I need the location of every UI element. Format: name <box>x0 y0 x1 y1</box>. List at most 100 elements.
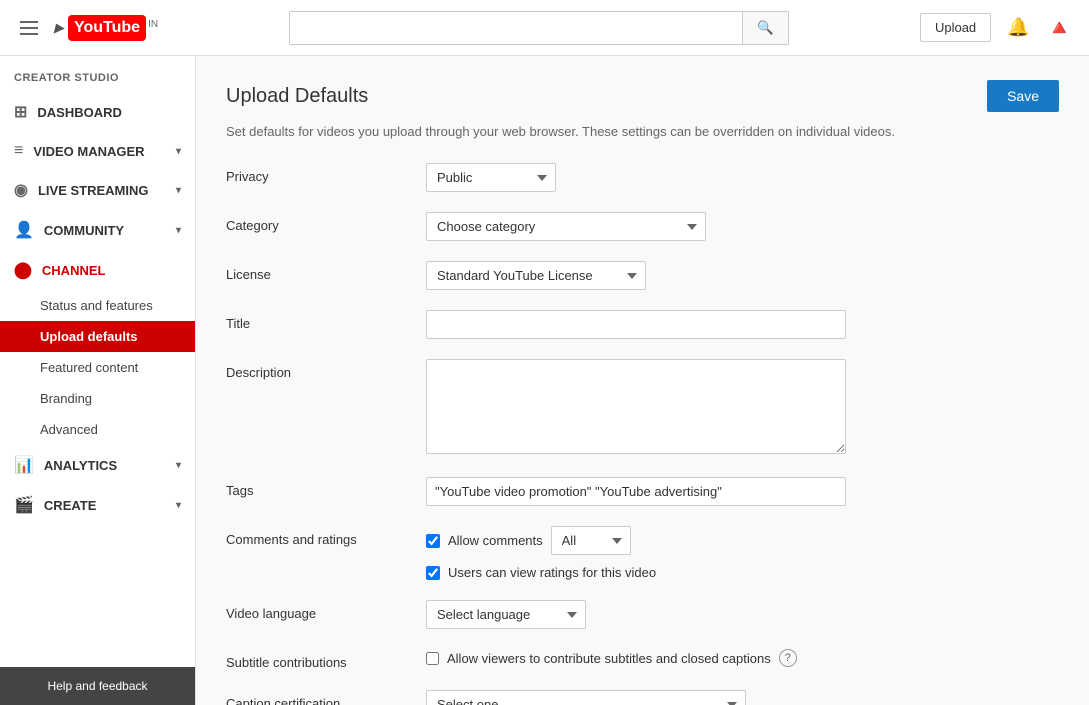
language-row: Video language Select language English H… <box>226 600 1059 629</box>
privacy-control: Public Unlisted Private <box>426 163 1059 192</box>
sidebar: CREATOR STUDIO ⊞ DASHBOARD ≡ VIDEO MANAG… <box>0 56 196 705</box>
sidebar-item-label-live-streaming: LIVE STREAMING <box>38 183 176 198</box>
sidebar-item-label-community: COMMUNITY <box>44 223 176 238</box>
sidebar-item-label-create: CREATE <box>44 498 176 513</box>
video-manager-arrow-icon: ▾ <box>176 146 181 157</box>
page-description: Set defaults for videos you upload throu… <box>226 124 1059 139</box>
sidebar-item-label-dashboard: DASHBOARD <box>37 105 181 120</box>
sidebar-item-live-streaming[interactable]: ◉ LIVE STREAMING ▾ <box>0 170 195 210</box>
description-label: Description <box>226 359 426 380</box>
sidebar-item-video-manager[interactable]: ≡ VIDEO MANAGER ▾ <box>0 132 195 170</box>
create-arrow-icon: ▾ <box>176 500 181 511</box>
community-icon: 👤 <box>14 220 34 240</box>
comments-type-select[interactable]: All Approved None <box>551 526 631 555</box>
subtitle-row: Subtitle contributions Allow viewers to … <box>226 649 1059 670</box>
yt-logo-country: IN <box>148 19 158 30</box>
privacy-select[interactable]: Public Unlisted Private <box>426 163 556 192</box>
title-label: Title <box>226 310 426 331</box>
upload-button[interactable]: Upload <box>920 13 991 42</box>
subtitle-help-icon[interactable]: ? <box>779 649 797 667</box>
analytics-icon: 📊 <box>14 455 34 475</box>
search-input[interactable] <box>290 12 742 44</box>
license-select[interactable]: Standard YouTube License Creative Common… <box>426 261 646 290</box>
live-streaming-icon: ◉ <box>14 180 28 200</box>
sidebar-item-label-channel: CHANNEL <box>42 263 181 278</box>
title-input[interactable] <box>426 310 846 339</box>
hamburger-menu[interactable] <box>16 17 42 39</box>
privacy-label: Privacy <box>226 163 426 184</box>
ratings-row: Users can view ratings for this video <box>426 565 1059 580</box>
notification-bell-icon[interactable]: 🔔 <box>1007 17 1029 38</box>
description-control <box>426 359 1059 457</box>
privacy-row: Privacy Public Unlisted Private <box>226 163 1059 192</box>
subnav-item-featured[interactable]: Featured content <box>0 352 195 383</box>
sidebar-item-label-video-manager: VIDEO MANAGER <box>33 144 176 159</box>
tags-input[interactable] <box>426 477 846 506</box>
topnav: ▶ YouTube IN 🔍 Upload 🔔 🔺 <box>0 0 1089 56</box>
video-manager-icon: ≡ <box>14 142 23 160</box>
subnav-item-upload-defaults[interactable]: Upload defaults <box>0 321 195 352</box>
topnav-right: Upload 🔔 🔺 <box>920 13 1073 42</box>
dashboard-icon: ⊞ <box>14 102 27 122</box>
analytics-arrow-icon: ▾ <box>176 460 181 471</box>
comments-label: Comments and ratings <box>226 526 426 547</box>
create-icon: 🎬 <box>14 495 34 515</box>
language-select[interactable]: Select language English Hindi Spanish <box>426 600 586 629</box>
caption-cert-control: Select one This content has never aired … <box>426 690 1059 705</box>
main-layout: CREATOR STUDIO ⊞ DASHBOARD ≡ VIDEO MANAG… <box>0 56 1089 705</box>
save-button[interactable]: Save <box>987 80 1059 112</box>
subtitle-checkbox-row: Allow viewers to contribute subtitles an… <box>426 649 1059 667</box>
sidebar-item-create[interactable]: 🎬 CREATE ▾ <box>0 485 195 525</box>
help-feedback-button[interactable]: Help and feedback <box>0 667 195 705</box>
sidebar-item-analytics[interactable]: 📊 ANALYTICS ▾ <box>0 445 195 485</box>
sidebar-item-community[interactable]: 👤 COMMUNITY ▾ <box>0 210 195 250</box>
community-arrow-icon: ▾ <box>176 225 181 236</box>
live-streaming-arrow-icon: ▾ <box>176 185 181 196</box>
tags-row: Tags <box>226 477 1059 506</box>
license-row: License Standard YouTube License Creativ… <box>226 261 1059 290</box>
category-label: Category <box>226 212 426 233</box>
content-area: Upload Defaults Save Set defaults for vi… <box>196 56 1089 705</box>
description-textarea[interactable] <box>426 359 846 454</box>
yt-logo-red: YouTube <box>68 15 146 41</box>
sidebar-item-dashboard[interactable]: ⊞ DASHBOARD <box>0 92 195 132</box>
subnav-item-advanced[interactable]: Advanced <box>0 414 195 445</box>
title-control <box>426 310 1059 339</box>
tags-label: Tags <box>226 477 426 498</box>
caption-cert-row: Caption certification Select one This co… <box>226 690 1059 705</box>
subnav-item-status[interactable]: Status and features <box>0 290 195 321</box>
comments-control: Allow comments All Approved None Users c… <box>426 526 1059 580</box>
sidebar-item-label-analytics: ANALYTICS <box>44 458 176 473</box>
title-row: Title <box>226 310 1059 339</box>
page-header: Upload Defaults Save <box>226 80 1059 112</box>
comments-row: Comments and ratings Allow comments All … <box>226 526 1059 580</box>
category-select[interactable]: Choose category Film & Animation Music S… <box>426 212 706 241</box>
allow-comments-checkbox[interactable] <box>426 534 440 548</box>
search-button[interactable]: 🔍 <box>742 12 788 44</box>
category-control: Choose category Film & Animation Music S… <box>426 212 1059 241</box>
subtitle-control: Allow viewers to contribute subtitles an… <box>426 649 1059 667</box>
allow-comments-text: Allow comments <box>448 533 543 548</box>
subtitle-checkbox[interactable] <box>426 652 439 665</box>
ratings-text: Users can view ratings for this video <box>448 565 656 580</box>
subnav-item-branding[interactable]: Branding <box>0 383 195 414</box>
description-row: Description <box>226 359 1059 457</box>
subtitle-text: Allow viewers to contribute subtitles an… <box>447 651 771 666</box>
category-row: Category Choose category Film & Animatio… <box>226 212 1059 241</box>
user-avatar[interactable]: 🔺 <box>1046 15 1073 41</box>
caption-cert-select[interactable]: Select one This content has never aired … <box>426 690 746 705</box>
allow-comments-row: Allow comments All Approved None <box>426 526 1059 555</box>
license-control: Standard YouTube License Creative Common… <box>426 261 1059 290</box>
caption-cert-label: Caption certification <box>226 690 426 705</box>
youtube-logo: ▶ YouTube IN <box>54 15 158 41</box>
tags-control <box>426 477 1059 506</box>
creator-studio-label: CREATOR STUDIO <box>0 56 195 92</box>
license-label: License <box>226 261 426 282</box>
search-area: 🔍 <box>158 11 920 45</box>
search-icon: 🔍 <box>757 20 774 35</box>
language-control: Select language English Hindi Spanish <box>426 600 1059 629</box>
ratings-checkbox[interactable] <box>426 566 440 580</box>
sidebar-item-channel[interactable]: ⬤ CHANNEL <box>0 250 195 290</box>
search-box: 🔍 <box>289 11 789 45</box>
page-title: Upload Defaults <box>226 85 368 108</box>
